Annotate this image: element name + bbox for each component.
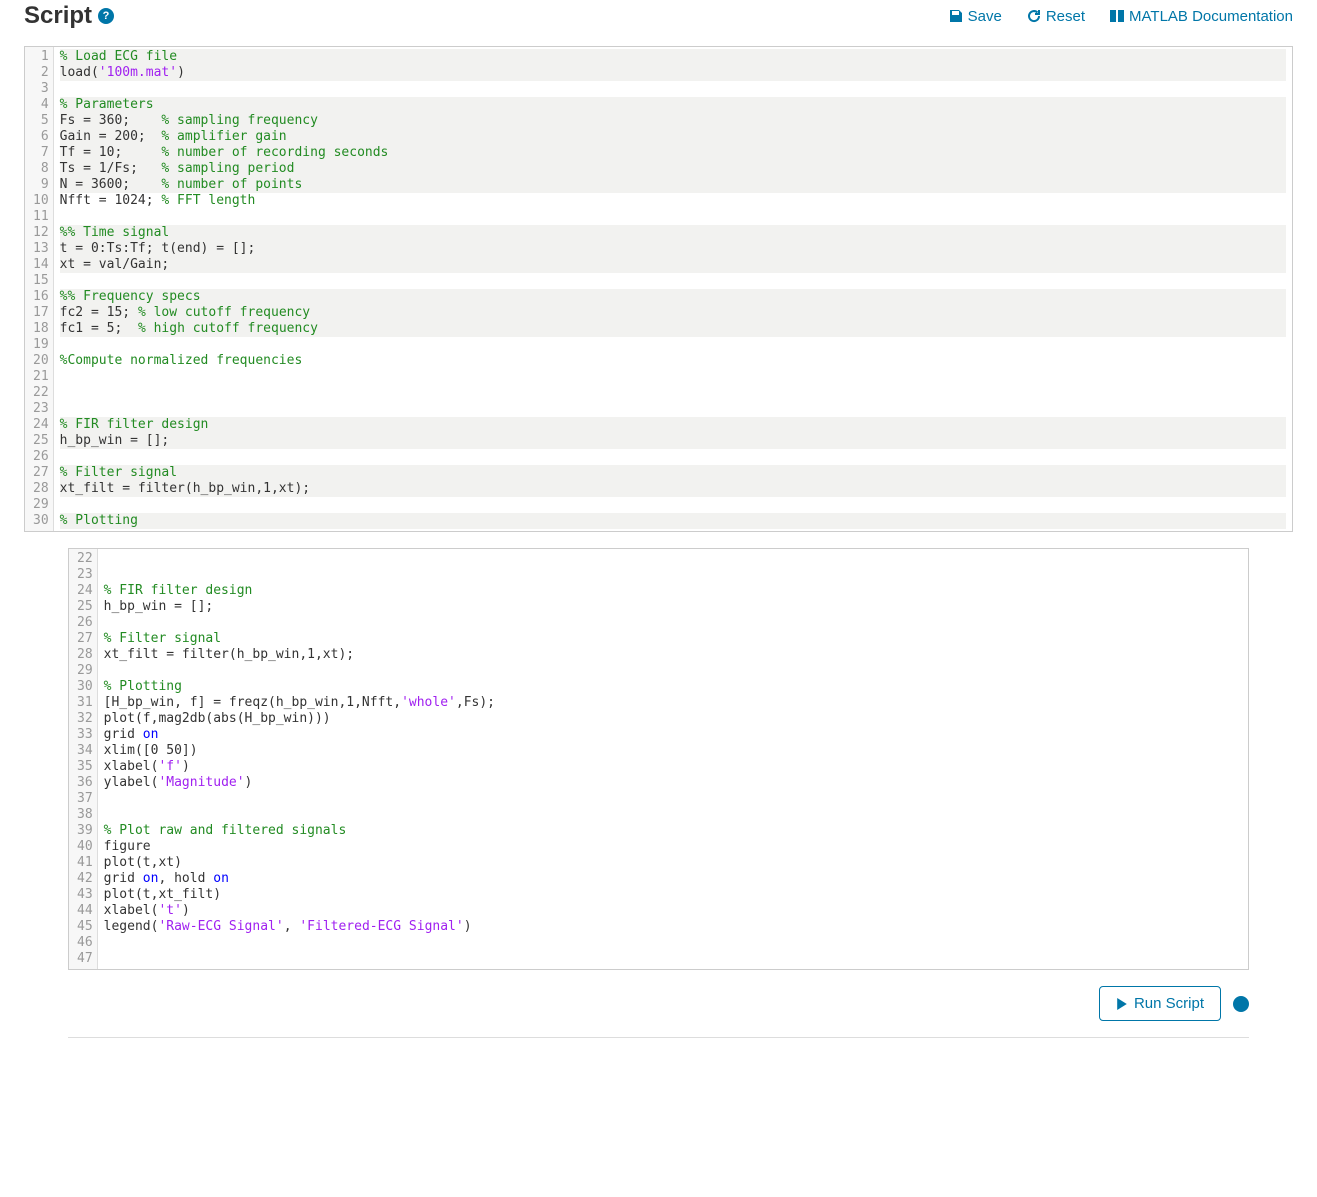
code-area[interactable]: % Load ECG fileload('100m.mat') % Parame… — [54, 47, 1292, 531]
gutter: 1234567891011121314151617181920212223242… — [25, 47, 54, 531]
run-label: Run Script — [1134, 995, 1204, 1012]
code-line[interactable]: figure — [104, 839, 1242, 855]
code-line[interactable]: % FIR filter design — [60, 417, 1286, 433]
code-line[interactable]: % Filter signal — [60, 465, 1286, 481]
code-line[interactable]: h_bp_win = []; — [60, 433, 1286, 449]
code-line[interactable]: plot(t,xt_filt) — [104, 887, 1242, 903]
reset-label: Reset — [1046, 8, 1085, 25]
code-line[interactable] — [104, 791, 1242, 807]
code-line[interactable]: Gain = 200; % amplifier gain — [60, 129, 1286, 145]
code-line[interactable] — [104, 807, 1242, 823]
code-line[interactable]: fc2 = 15; % low cutoff frequency — [60, 305, 1286, 321]
book-icon — [1109, 8, 1125, 24]
save-icon — [948, 8, 964, 24]
code-line[interactable] — [60, 385, 1286, 401]
code-line[interactable] — [60, 449, 1286, 465]
code-line[interactable] — [104, 951, 1242, 967]
code-line[interactable]: xt_filt = filter(h_bp_win,1,xt); — [104, 647, 1242, 663]
code-line[interactable]: Ts = 1/Fs; % sampling period — [60, 161, 1286, 177]
code-line[interactable]: Fs = 360; % sampling frequency — [60, 113, 1286, 129]
reset-button[interactable]: Reset — [1026, 8, 1085, 25]
code-line[interactable]: % Plotting — [104, 679, 1242, 695]
code-line[interactable] — [60, 369, 1286, 385]
code-line[interactable] — [60, 497, 1286, 513]
reset-icon — [1026, 8, 1042, 24]
code-line[interactable]: t = 0:Ts:Tf; t(end) = []; — [60, 241, 1286, 257]
script-header: Script ? Save Reset MATLAB Documentation — [24, 0, 1293, 46]
help-icon[interactable]: ? — [1233, 996, 1249, 1012]
save-label: Save — [968, 8, 1002, 25]
code-line[interactable]: % Filter signal — [104, 631, 1242, 647]
code-line[interactable] — [60, 81, 1286, 97]
code-line[interactable]: h_bp_win = []; — [104, 599, 1242, 615]
code-line[interactable]: %% Time signal — [60, 225, 1286, 241]
matlab-doc-link[interactable]: MATLAB Documentation — [1109, 8, 1293, 25]
code-line[interactable]: legend('Raw-ECG Signal', 'Filtered-ECG S… — [104, 919, 1242, 935]
play-icon — [1116, 998, 1128, 1010]
doc-label: MATLAB Documentation — [1129, 8, 1293, 25]
code-line[interactable]: grid on — [104, 727, 1242, 743]
code-line[interactable]: N = 3600; % number of points — [60, 177, 1286, 193]
code-line[interactable]: Tf = 10; % number of recording seconds — [60, 145, 1286, 161]
code-line[interactable]: grid on, hold on — [104, 871, 1242, 887]
code-area[interactable]: % FIR filter designh_bp_win = []; % Filt… — [98, 549, 1248, 969]
code-line[interactable] — [60, 209, 1286, 225]
code-line[interactable] — [104, 615, 1242, 631]
code-line[interactable]: % Parameters — [60, 97, 1286, 113]
run-script-button[interactable]: Run Script — [1099, 986, 1221, 1021]
code-line[interactable] — [60, 337, 1286, 353]
code-line[interactable]: [H_bp_win, f] = freqz(h_bp_win,1,Nfft,'w… — [104, 695, 1242, 711]
code-line[interactable] — [104, 551, 1242, 567]
code-line[interactable]: xlim([0 50]) — [104, 743, 1242, 759]
code-line[interactable]: % Load ECG file — [60, 49, 1286, 65]
code-line[interactable]: %% Frequency specs — [60, 289, 1286, 305]
gutter: 2223242526272829303132333435363738394041… — [69, 549, 98, 969]
code-line[interactable] — [104, 663, 1242, 679]
code-line[interactable] — [60, 273, 1286, 289]
code-line[interactable]: %Compute normalized frequencies — [60, 353, 1286, 369]
code-line[interactable]: xt = val/Gain; — [60, 257, 1286, 273]
code-line[interactable]: % Plot raw and filtered signals — [104, 823, 1242, 839]
code-line[interactable]: xt_filt = filter(h_bp_win,1,xt); — [60, 481, 1286, 497]
code-line[interactable] — [60, 401, 1286, 417]
code-line[interactable]: xlabel('t') — [104, 903, 1242, 919]
code-line[interactable]: Nfft = 1024; % FFT length — [60, 193, 1286, 209]
page-title: Script — [24, 2, 92, 30]
code-editor-top[interactable]: 1234567891011121314151617181920212223242… — [24, 46, 1293, 532]
code-line[interactable] — [104, 567, 1242, 583]
code-line[interactable]: % Plotting — [60, 513, 1286, 529]
code-editor-bottom[interactable]: 2223242526272829303132333435363738394041… — [68, 548, 1249, 970]
code-line[interactable]: plot(f,mag2db(abs(H_bp_win))) — [104, 711, 1242, 727]
code-line[interactable]: fc1 = 5; % high cutoff frequency — [60, 321, 1286, 337]
code-line[interactable] — [104, 935, 1242, 951]
save-button[interactable]: Save — [948, 8, 1002, 25]
code-line[interactable]: ylabel('Magnitude') — [104, 775, 1242, 791]
code-line[interactable]: xlabel('f') — [104, 759, 1242, 775]
code-line[interactable]: load('100m.mat') — [60, 65, 1286, 81]
code-line[interactable]: % FIR filter design — [104, 583, 1242, 599]
bottom-toolbar: Run Script ? — [68, 970, 1249, 1038]
help-icon[interactable]: ? — [98, 8, 114, 24]
code-line[interactable]: plot(t,xt) — [104, 855, 1242, 871]
